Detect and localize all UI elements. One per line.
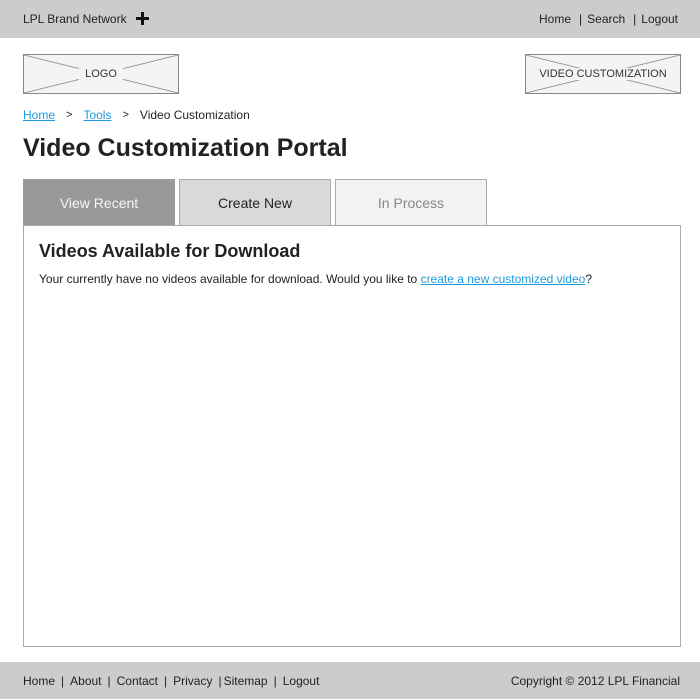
video-customization-label: VIDEO CUSTOMIZATION bbox=[533, 68, 673, 80]
top-nav: Home | Search | Logout bbox=[539, 12, 678, 26]
panel-title: Videos Available for Download bbox=[39, 241, 301, 261]
brand-name[interactable]: LPL Brand Network bbox=[23, 12, 127, 26]
footer-home[interactable]: Home bbox=[23, 674, 55, 688]
nav-separator: | bbox=[633, 12, 637, 26]
top-nav-home[interactable]: Home bbox=[539, 12, 571, 26]
plus-icon[interactable] bbox=[135, 12, 149, 25]
copyright: Copyright © 2012 LPL Financial bbox=[510, 674, 680, 688]
create-video-link[interactable]: create a new customized video bbox=[421, 272, 586, 286]
footer-separator: | bbox=[273, 674, 277, 688]
brand[interactable]: LPL Brand Network bbox=[23, 12, 149, 26]
nav-separator: | bbox=[579, 12, 583, 26]
footer-separator: | bbox=[218, 674, 222, 688]
empty-state-message: Your currently have no videos available … bbox=[39, 272, 592, 286]
message-text: Your currently have no videos available … bbox=[39, 272, 421, 286]
breadcrumb-separator: > bbox=[66, 109, 73, 121]
footer-privacy[interactable]: Privacy bbox=[173, 674, 212, 688]
footer-nav: Home | About | Contact | Privacy | Sitem… bbox=[23, 674, 319, 688]
breadcrumb-separator: > bbox=[122, 109, 129, 121]
tab-create-new[interactable]: Create New bbox=[179, 179, 331, 225]
tab-in-process[interactable]: In Process bbox=[335, 179, 487, 225]
footer-about[interactable]: About bbox=[70, 674, 101, 688]
page-title: Video Customization Portal bbox=[23, 134, 348, 162]
footer-contact[interactable]: Contact bbox=[117, 674, 158, 688]
top-nav-search[interactable]: Search bbox=[587, 12, 625, 26]
logo-label: LOGO bbox=[79, 68, 123, 80]
breadcrumb-home[interactable]: Home bbox=[23, 108, 55, 122]
message-end: ? bbox=[585, 272, 593, 286]
video-customization-placeholder: VIDEO CUSTOMIZATION bbox=[525, 54, 681, 94]
breadcrumb-current: Video Customization bbox=[139, 108, 250, 122]
footer-logout[interactable]: Logout bbox=[283, 674, 320, 688]
logo-placeholder: LOGO bbox=[23, 54, 179, 94]
breadcrumb-tools[interactable]: Tools bbox=[83, 108, 111, 122]
tab-panel: Videos Available for Download Your curre… bbox=[23, 225, 681, 647]
footer-separator: | bbox=[107, 674, 111, 688]
top-nav-logout[interactable]: Logout bbox=[641, 12, 678, 26]
footer-sitemap[interactable]: Sitemap bbox=[224, 674, 268, 688]
footer: Home | About | Contact | Privacy | Sitem… bbox=[0, 662, 700, 699]
tab-bar: View Recent Create New In Process bbox=[23, 179, 491, 226]
tab-view-recent[interactable]: View Recent bbox=[23, 179, 175, 225]
top-bar: LPL Brand Network Home | Search | Logout bbox=[0, 0, 700, 38]
footer-separator: | bbox=[163, 674, 168, 688]
breadcrumb: Home > Tools > Video Customization bbox=[23, 108, 250, 122]
footer-separator: | bbox=[61, 674, 65, 688]
